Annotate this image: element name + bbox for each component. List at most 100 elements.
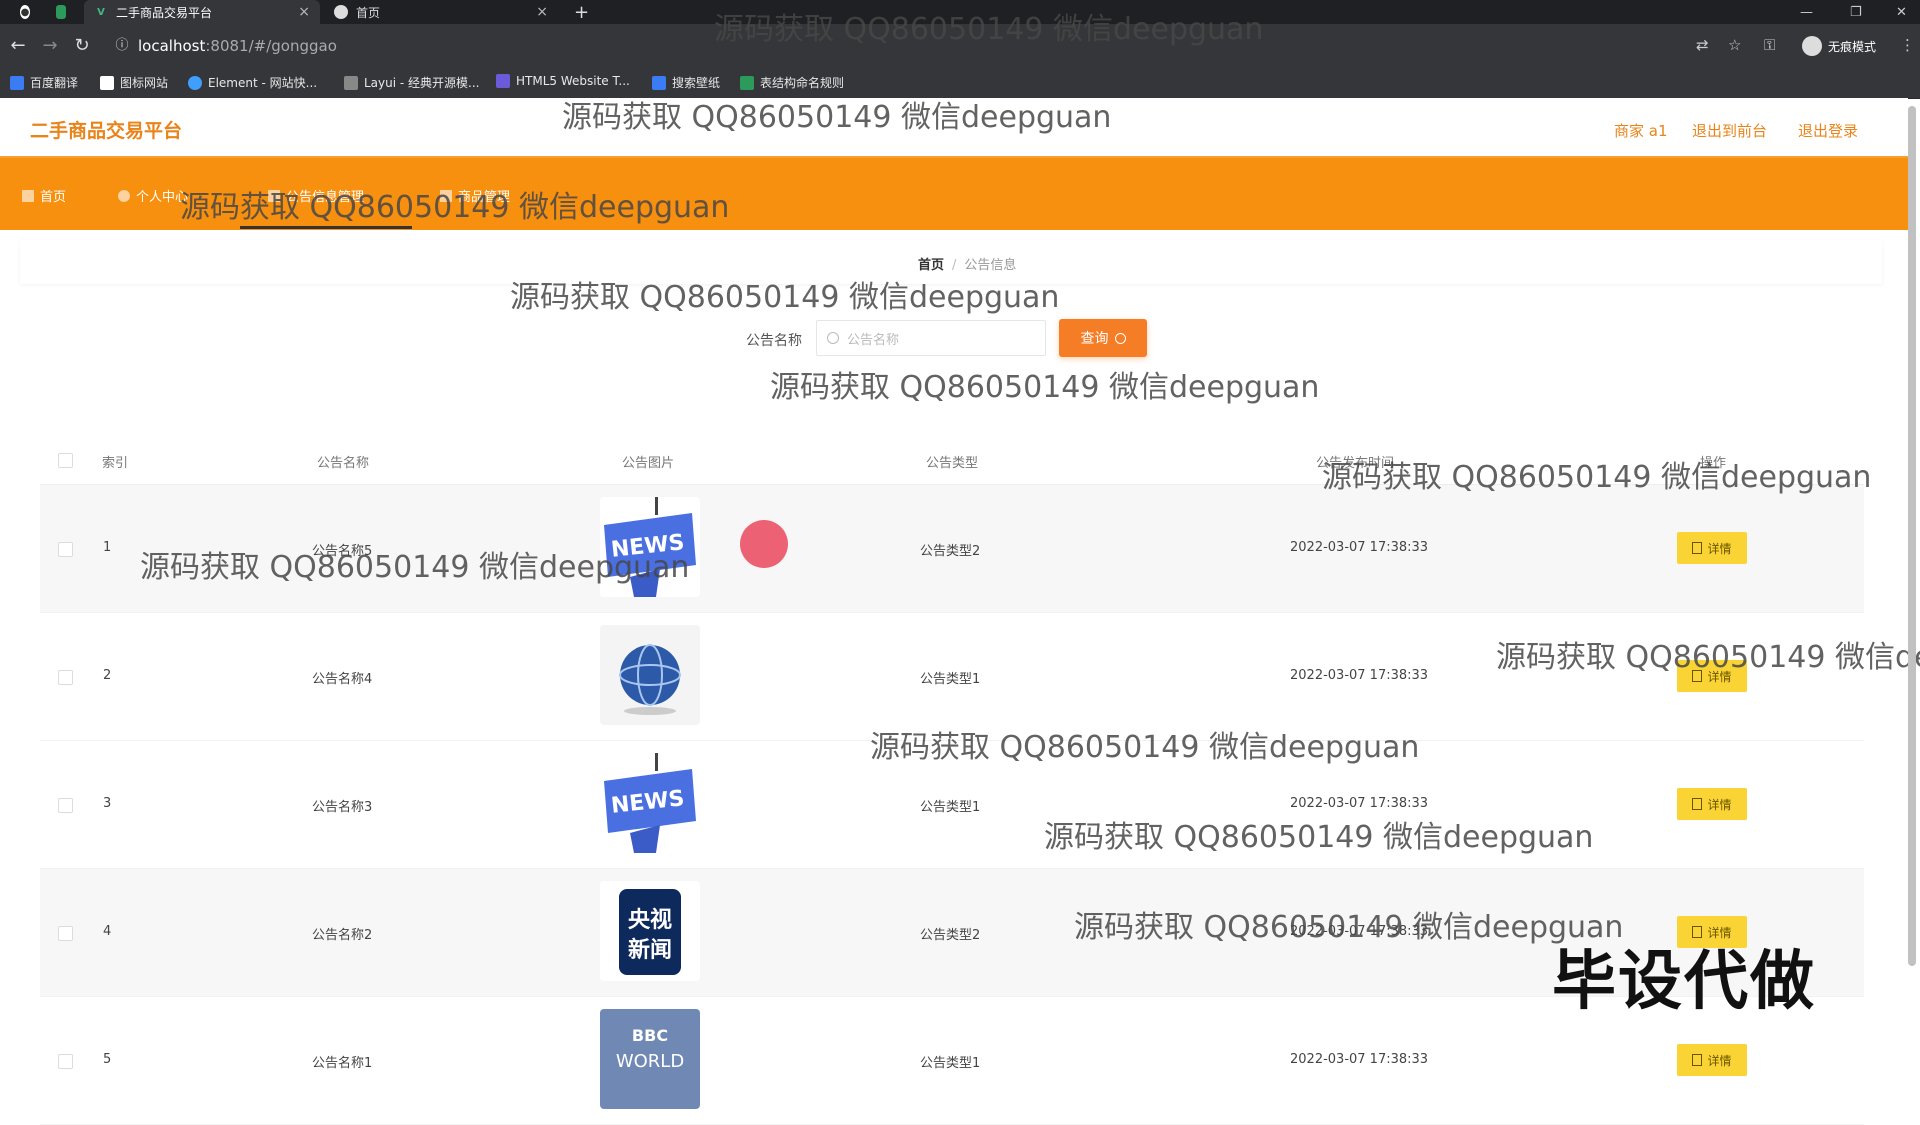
breadcrumb-home[interactable]: 首页 (918, 258, 944, 273)
bookmark-item[interactable]: HTML5 Website T... (496, 74, 630, 88)
user-icon (118, 189, 130, 202)
bookmark-label: 图标网站 (120, 76, 169, 90)
detail-label: 详情 (1707, 1053, 1732, 1068)
watermark: 源码获取 QQ86050149 微信deepguan (1496, 640, 1920, 675)
row-type: 公告类型1 (920, 1056, 981, 1071)
cctv-news-image[interactable]: 央视 新闻 (600, 881, 700, 981)
bookmark-item[interactable]: Element - 网站快... (188, 74, 317, 91)
nav-profile[interactable]: 个人中心 (118, 186, 188, 205)
logout-link[interactable]: 退出登录 (1798, 120, 1858, 141)
detail-button[interactable]: 详情 (1677, 1044, 1747, 1076)
select-all-checkbox[interactable] (58, 453, 73, 468)
row-type: 公告类型2 (920, 928, 981, 943)
row-time: 2022-03-07 17:38:33 (1290, 668, 1429, 683)
row-checkbox[interactable] (58, 1054, 73, 1069)
search-input[interactable]: 公告名称 (816, 320, 1046, 356)
search-icon (827, 332, 839, 344)
row-type: 公告类型1 (920, 800, 981, 815)
bookmark-label: 百度翻译 (30, 76, 79, 90)
html5-icon (496, 74, 510, 88)
nav-home[interactable]: 首页 (22, 186, 66, 205)
url-field[interactable]: localhost:8081/#/gonggao (138, 34, 337, 58)
bookmark-item[interactable]: 表结构命名规则 (740, 74, 844, 91)
column-header: 公告名称 (317, 456, 370, 471)
brand-title: 二手商品交易平台 (30, 120, 183, 142)
pinned-tab-icon[interactable] (46, 0, 74, 24)
star-icon[interactable]: ☆ (1728, 36, 1741, 54)
url-path: :8081/#/gonggao (205, 37, 337, 55)
row-index: 2 (103, 668, 112, 683)
vue-icon: V (97, 6, 105, 18)
row-name: 公告名称3 (312, 800, 373, 815)
svg-text:BBC: BBC (632, 1026, 668, 1045)
flag-icon (100, 75, 114, 90)
news-image[interactable]: NEWS (600, 753, 700, 853)
info-icon[interactable]: ⓘ (110, 36, 134, 56)
bookmark-label: HTML5 Website T... (516, 74, 630, 88)
document-icon (1692, 1054, 1703, 1066)
minimize-icon[interactable]: — (1800, 0, 1813, 24)
translate-icon[interactable]: ⇄ (1696, 36, 1709, 54)
tab-close-icon[interactable]: × (298, 4, 310, 20)
browser-menu-dots-icon[interactable]: ⋮ (1900, 36, 1915, 54)
sheet-icon (740, 75, 754, 90)
watermark: 源码获取 QQ86050149 微信deepguan (140, 550, 690, 585)
incognito-indicator[interactable]: 无痕模式 (1801, 36, 1876, 56)
row-checkbox[interactable] (58, 542, 73, 557)
search-label: 公告名称 (746, 333, 802, 349)
detail-button[interactable]: 详情 (1677, 532, 1747, 564)
watermark: 源码获取 QQ86050149 微信deepguan (1044, 820, 1594, 855)
browser-menu-icon[interactable]: ● (10, 0, 38, 24)
row-checkbox[interactable] (58, 670, 73, 685)
detail-button[interactable]: 详情 (1677, 788, 1747, 820)
wallpaper-icon (652, 75, 666, 90)
tab-title: 二手商品交易平台 (116, 5, 213, 20)
bookmark-label: Element - 网站快... (208, 76, 318, 90)
row-checkbox[interactable] (58, 798, 73, 813)
tab-active[interactable]: V 二手商品交易平台 × (84, 0, 320, 24)
big-watermark: 毕设代做 (1552, 945, 1816, 1019)
new-tab-icon[interactable]: + (574, 0, 589, 24)
search-button-label: 查询 (1080, 331, 1109, 347)
forward-icon[interactable]: → (38, 36, 62, 56)
watermark: 源码获取 QQ86050149 微信deepguan (562, 100, 1112, 135)
bookmark-item[interactable]: 图标网站 (100, 74, 168, 91)
breadcrumb-current: 公告信息 (964, 258, 1017, 273)
restore-icon[interactable]: ❐ (1850, 0, 1862, 24)
url-host: localhost (138, 37, 206, 55)
bookmark-item[interactable]: 百度翻译 (10, 74, 78, 91)
nav-label: 首页 (40, 190, 67, 205)
row-time: 2022-03-07 17:38:33 (1290, 540, 1429, 555)
nav-active-indicator (240, 226, 412, 229)
tab-home[interactable]: 首页 × (324, 0, 558, 24)
window-close-icon[interactable]: ✕ (1896, 0, 1907, 24)
row-name: 公告名称2 (312, 928, 373, 943)
back-to-front-link[interactable]: 退出到前台 (1692, 120, 1767, 141)
search-button[interactable]: 查询 (1059, 319, 1147, 357)
bookmark-item[interactable]: Layui - 经典开源模... (344, 74, 479, 91)
user-label[interactable]: 商家 a1 (1614, 120, 1668, 141)
column-header: 公告类型 (926, 456, 979, 471)
scrollbar[interactable] (1908, 106, 1916, 966)
key-icon[interactable]: ⚿ (1764, 36, 1775, 54)
document-icon (1692, 798, 1703, 810)
tab-close-icon[interactable]: × (536, 4, 548, 20)
back-icon[interactable]: ← (6, 36, 30, 56)
reload-icon[interactable]: ↻ (70, 36, 94, 56)
detail-label: 详情 (1707, 797, 1732, 812)
row-index: 1 (103, 540, 112, 555)
watermark: 源码获取 QQ86050149 微信deepguan (1322, 460, 1872, 495)
bookmark-label: Layui - 经典开源模... (364, 76, 480, 90)
home-icon (22, 189, 34, 202)
bookmark-item[interactable]: 搜索壁纸 (652, 74, 720, 91)
globe-news-image[interactable] (600, 625, 700, 725)
svg-text:新闻: 新闻 (628, 937, 672, 963)
row-index: 3 (103, 796, 112, 811)
watermark: 源码获取 QQ86050149 微信deepguan (180, 190, 730, 225)
row-index: 4 (103, 924, 112, 939)
translate-bookmark-icon (10, 75, 24, 90)
row-checkbox[interactable] (58, 926, 73, 941)
bookmark-label: 表结构命名规则 (760, 76, 845, 90)
incognito-icon (1801, 36, 1822, 56)
bbc-world-image[interactable]: BBC WORLD (600, 1009, 700, 1109)
